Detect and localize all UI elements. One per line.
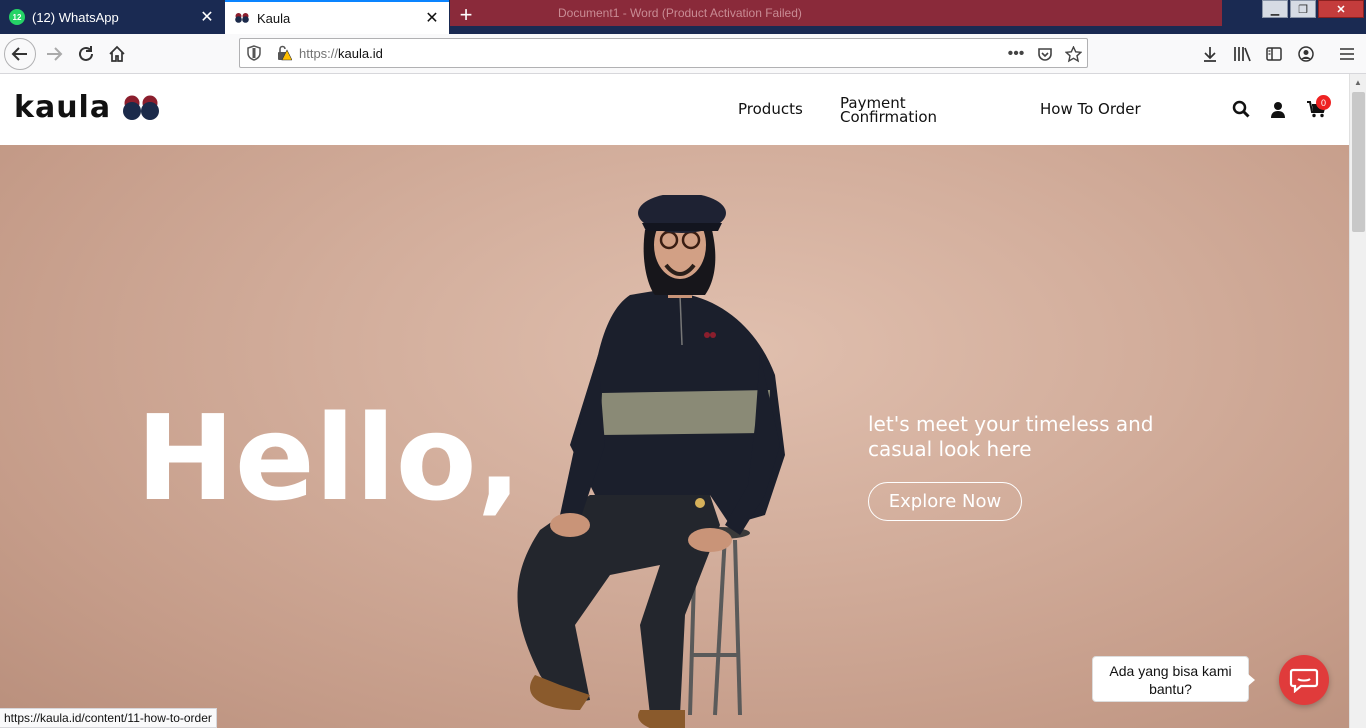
reload-button[interactable] <box>70 38 102 70</box>
background-window: Document1 - Word (Product Activation Fai… <box>450 0 1222 26</box>
lock-warning-icon[interactable] <box>276 45 293 66</box>
hero-model-photo <box>517 195 785 728</box>
browser-toolbar: https://kaula.id ••• <box>0 34 1366 74</box>
reload-icon <box>79 46 93 61</box>
forward-button[interactable] <box>38 38 70 70</box>
chat-launcher-button[interactable] <box>1279 655 1329 705</box>
library-icon <box>1234 47 1251 62</box>
forward-arrow-icon <box>47 47 63 61</box>
page-scrollbar[interactable]: ▲ <box>1349 74 1366 728</box>
page-viewport: kaula Products Payment Confirmation How … <box>0 74 1349 728</box>
minimize-button[interactable]: ▁ <box>1262 0 1288 18</box>
nav-payment-confirmation[interactable]: Payment Confirmation <box>840 96 938 126</box>
account-button[interactable] <box>1290 38 1322 70</box>
site-header: kaula Products Payment Confirmation How … <box>0 74 1349 145</box>
tab-title: (12) WhatsApp <box>32 9 119 25</box>
background-window-title: Document1 - Word (Product Activation Fai… <box>558 6 802 20</box>
chat-icon <box>1289 668 1319 693</box>
back-button[interactable] <box>4 38 36 70</box>
cart-count-badge: 0 <box>1316 95 1331 110</box>
user-icon[interactable] <box>1268 99 1288 119</box>
explore-now-button[interactable]: Explore Now <box>868 482 1022 521</box>
back-arrow-icon <box>11 47 27 61</box>
browser-tab-strip: Document1 - Word (Product Activation Fai… <box>0 0 1366 34</box>
page-actions-icon[interactable]: ••• <box>1006 44 1026 64</box>
scrollbar-thumb[interactable] <box>1352 92 1365 232</box>
account-icon <box>1298 46 1314 62</box>
whatsapp-icon: 12 <box>9 9 25 25</box>
sidebar-button[interactable] <box>1258 38 1290 70</box>
site-logo[interactable]: kaula <box>14 90 160 125</box>
scroll-up-arrow-icon[interactable]: ▲ <box>1354 78 1362 87</box>
downloads-button[interactable] <box>1194 38 1226 70</box>
home-button[interactable] <box>101 38 133 70</box>
nav-products[interactable]: Products <box>738 102 803 117</box>
download-icon <box>1204 47 1216 62</box>
kaula-favicon-icon <box>234 10 250 26</box>
bookmark-star-icon[interactable] <box>1063 44 1083 64</box>
hero-tagline: let's meet your timeless and casual look… <box>868 412 1154 461</box>
hero-banner: Hello, let's meet your timeless and casu… <box>0 145 1349 728</box>
pocket-icon[interactable] <box>1035 44 1055 64</box>
tab-title: Kaula <box>257 10 291 26</box>
menu-button[interactable] <box>1331 38 1363 70</box>
new-tab-button[interactable]: + <box>455 4 477 27</box>
tab-whatsapp[interactable]: 12 (12) WhatsApp ✕ <box>0 0 224 34</box>
window-close-button[interactable]: ✕ <box>1318 0 1364 18</box>
window-controls: ▁ ❐ ✕ <box>1262 0 1366 20</box>
link-status-bar: https://kaula.id/content/11-how-to-order <box>0 708 217 728</box>
close-icon[interactable]: ✕ <box>422 8 442 28</box>
nav-how-to-order[interactable]: How To Order <box>1040 102 1141 117</box>
library-button[interactable] <box>1226 38 1258 70</box>
tracking-protection-shield-icon[interactable] <box>247 45 261 66</box>
kaula-logo-mark-icon <box>123 95 160 121</box>
restore-button[interactable]: ❐ <box>1290 0 1316 18</box>
sidebar-icon <box>1266 47 1282 61</box>
tab-kaula[interactable]: Kaula ✕ <box>225 0 449 34</box>
chat-prompt-bubble[interactable]: Ada yang bisa kami bantu? <box>1092 656 1255 702</box>
hero-headline: Hello, <box>136 389 522 527</box>
home-icon <box>109 45 125 62</box>
address-bar[interactable]: https://kaula.id ••• <box>239 38 1088 68</box>
url-text[interactable]: https://kaula.id <box>299 46 383 61</box>
nav-payment-line2: Confirmation <box>840 108 938 126</box>
close-icon[interactable]: ✕ <box>197 7 217 27</box>
search-icon[interactable] <box>1231 99 1251 119</box>
logo-text: kaula <box>14 90 112 125</box>
hamburger-menu-icon <box>1340 48 1354 60</box>
